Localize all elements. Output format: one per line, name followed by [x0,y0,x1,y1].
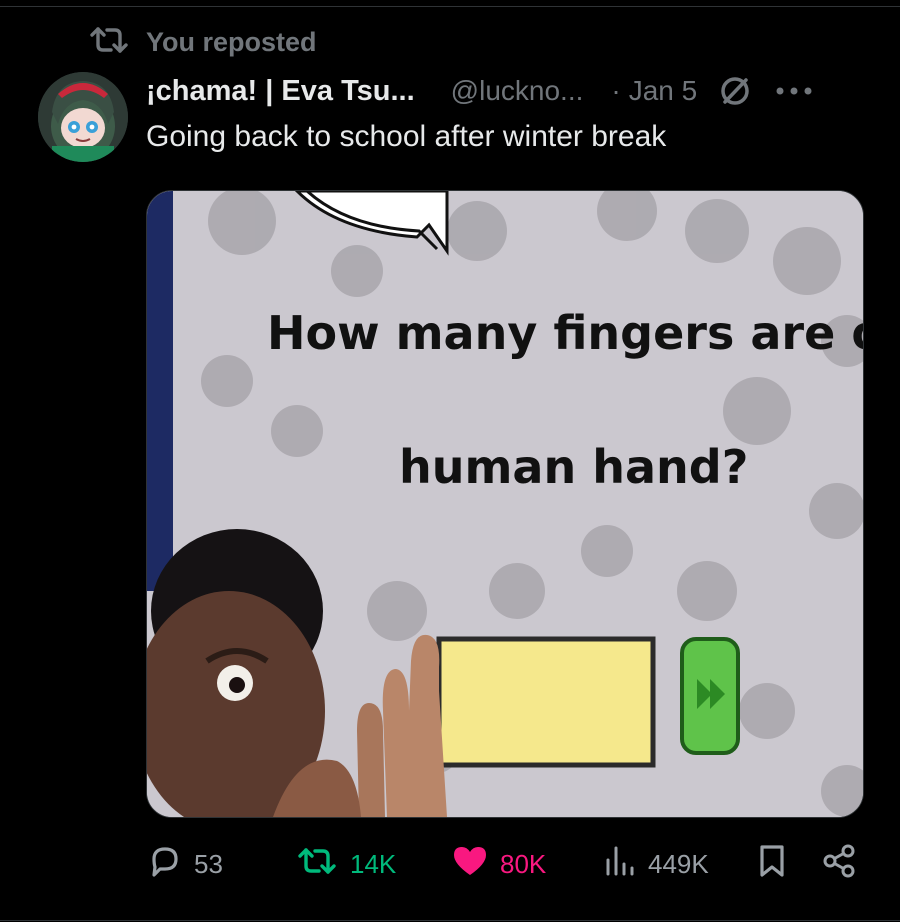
reply-count: 53 [194,848,223,879]
bookmark-button[interactable] [758,838,786,890]
display-name[interactable]: ¡chama! | Eva Tsu... [146,75,415,108]
post-media[interactable]: How many fingers are on a human hand? [146,190,864,818]
more-icon[interactable] [775,84,813,98]
post-header: ¡chama! | Eva Tsu... @luckno... · Jan 5 [146,70,813,112]
repost-button[interactable]: 14K [296,838,396,890]
repost-count: 14K [350,848,397,879]
post-text: Going back to school after winter break [146,120,667,153]
reply-button[interactable]: 53 [148,838,223,890]
media-caption-line1: How many fingers are on a [267,306,863,360]
reply-icon [148,844,182,885]
repost-banner-text: You reposted [146,26,317,57]
like-count: 80K [500,848,547,879]
user-handle[interactable]: @luckno... [451,75,584,107]
action-bar: 53 14K 80K 449K [0,838,900,890]
avatar[interactable] [38,72,128,162]
share-icon [822,843,858,886]
media-caption-line2: human hand? [399,440,748,494]
heart-icon [452,845,488,884]
share-button[interactable] [822,838,858,890]
post-date[interactable]: Jan 5 [629,75,698,107]
status-ring-icon [717,73,753,109]
top-divider [0,6,900,7]
bottom-divider [0,920,900,921]
like-button[interactable]: 80K [452,838,546,890]
separator-dot: · [611,75,621,106]
bookmark-icon [758,844,786,885]
views-count: 449K [648,848,709,879]
views-button[interactable]: 449K [604,838,709,890]
repost-icon [296,846,338,883]
repost-icon [88,25,130,60]
views-icon [604,846,636,883]
repost-banner: You reposted [88,24,317,60]
